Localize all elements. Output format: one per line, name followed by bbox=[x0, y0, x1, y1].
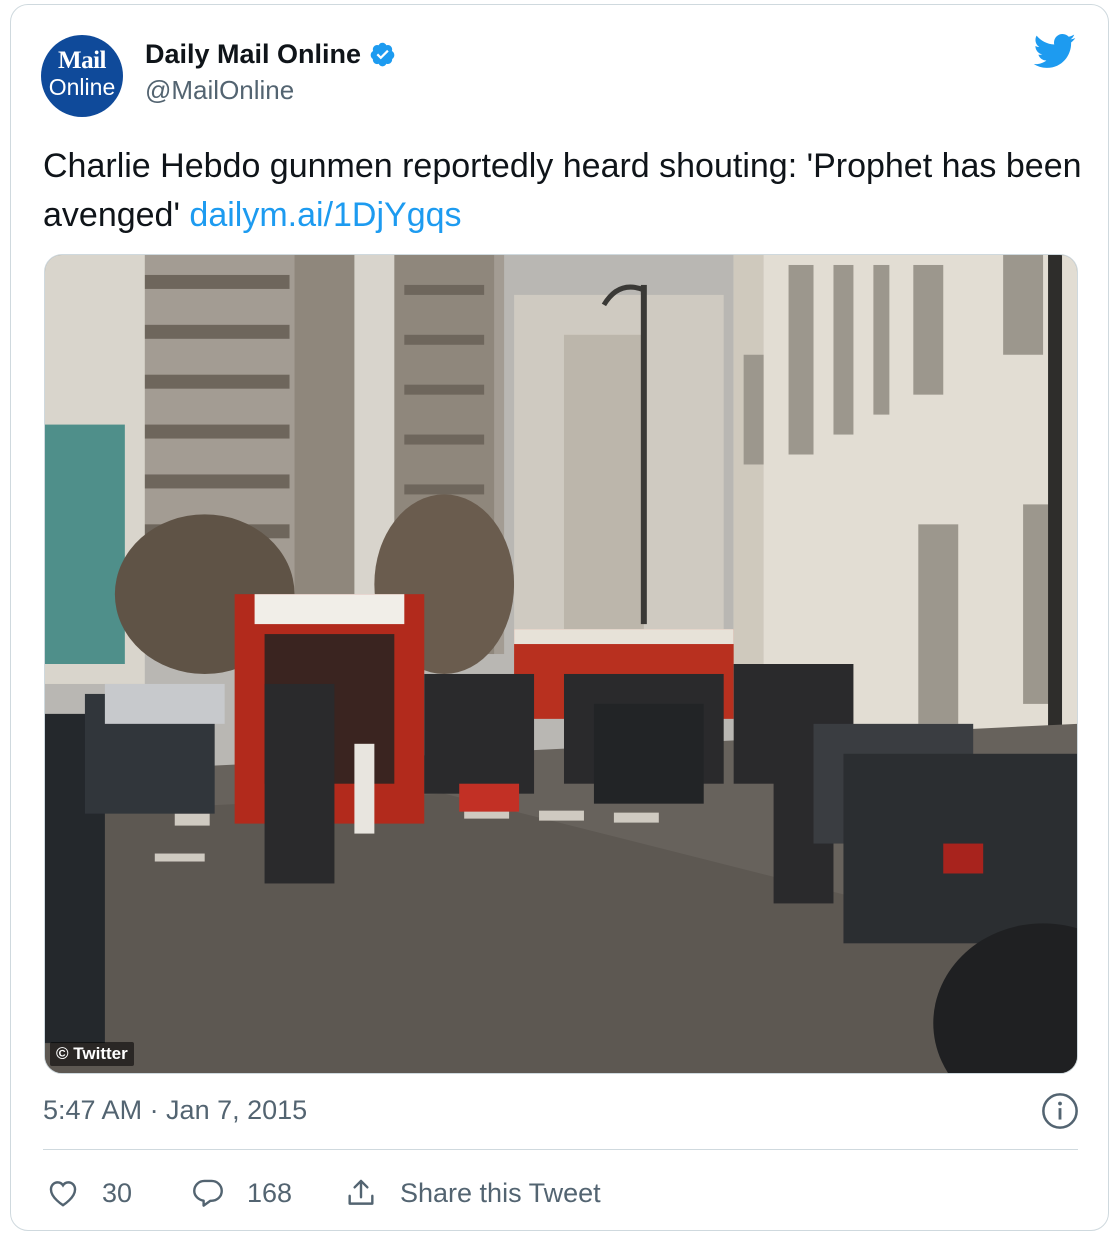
account-name-row: Daily Mail Online bbox=[145, 37, 396, 71]
heart-icon bbox=[49, 1181, 77, 1207]
reply-bubble-icon bbox=[193, 1179, 223, 1207]
avatar[interactable]: Mail Online bbox=[41, 35, 123, 117]
photo-credit: © Twitter bbox=[50, 1042, 134, 1066]
avatar-logo-line1: Mail bbox=[58, 47, 107, 74]
street-scene-image bbox=[45, 255, 1077, 1073]
tweet-timestamp[interactable]: 5:47 AM · Jan 7, 2015 bbox=[43, 1095, 307, 1126]
account-name[interactable]: Daily Mail Online bbox=[145, 39, 361, 70]
reply-button[interactable]: 168 bbox=[191, 1173, 292, 1213]
share-label: Share this Tweet bbox=[400, 1177, 601, 1208]
info-icon[interactable] bbox=[1041, 1092, 1079, 1130]
tweet-card: Mail Online Daily Mail Online @MailOnlin… bbox=[10, 4, 1109, 1231]
tweet-link[interactable]: dailym.ai/1DjYgqs bbox=[189, 196, 461, 234]
account-handle[interactable]: @MailOnline bbox=[145, 75, 294, 106]
like-count: 30 bbox=[102, 1177, 133, 1208]
tweet-text: Charlie Hebdo gunmen reportedly heard sh… bbox=[43, 142, 1083, 240]
share-upload-icon bbox=[348, 1179, 374, 1205]
divider bbox=[43, 1149, 1078, 1150]
twitter-bird-icon[interactable] bbox=[1029, 29, 1079, 73]
share-button[interactable]: Share this Tweet bbox=[344, 1173, 601, 1213]
reply-count: 168 bbox=[247, 1177, 293, 1208]
like-button[interactable]: 30 bbox=[46, 1173, 132, 1213]
avatar-logo-line2: Online bbox=[48, 74, 116, 100]
verified-badge-icon bbox=[370, 42, 395, 66]
tweet-photo[interactable]: © Twitter bbox=[44, 254, 1078, 1074]
